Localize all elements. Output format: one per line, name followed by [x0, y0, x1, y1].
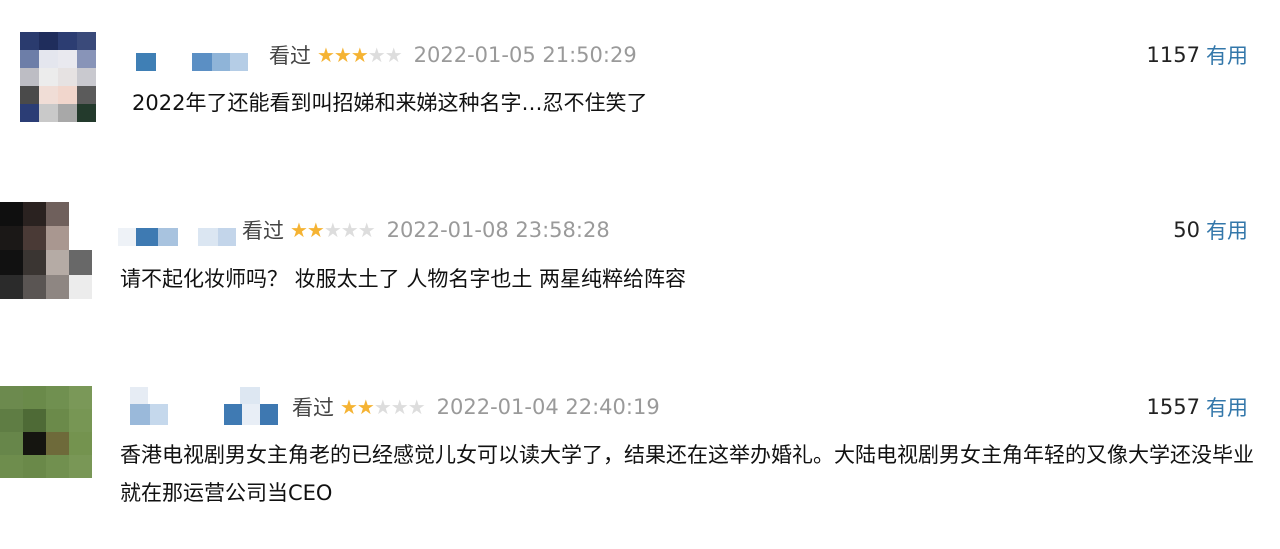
- avatar[interactable]: [0, 386, 92, 478]
- comment-text: 香港电视剧男女主角老的已经感觉儿女可以读大学了，结果还在这举办婚礼。大陆电视剧男…: [120, 443, 1254, 505]
- avatar[interactable]: [0, 202, 92, 299]
- watch-status: 看过: [269, 44, 311, 68]
- comment-time: 2022-01-04 22:40:19: [436, 395, 660, 419]
- star-empty-icon: ★★★: [373, 395, 426, 419]
- watch-status: 看过: [242, 219, 284, 243]
- vote-count: 50: [1173, 218, 1200, 242]
- comment-time: 2022-01-05 21:50:29: [413, 43, 637, 67]
- vote-area: 1557 有用: [1147, 392, 1248, 422]
- comment-header: 看过 ★★★★★ 2022-01-04 22:40:19 1557 有用: [120, 387, 1264, 427]
- comment-time: 2022-01-08 23:58:28: [386, 218, 610, 242]
- rating-stars: ★★★★★: [317, 43, 403, 67]
- useful-button[interactable]: 有用: [1206, 215, 1248, 245]
- username-pixelated[interactable]: [120, 387, 292, 427]
- rating-stars: ★★★★★: [290, 218, 376, 242]
- star-empty-icon: ★★: [367, 43, 403, 67]
- useful-button[interactable]: 有用: [1206, 40, 1248, 70]
- avatar[interactable]: [20, 32, 96, 122]
- comment-text: 2022年了还能看到叫招娣和来娣这种名字…忍不住笑了: [132, 91, 648, 115]
- comment-header: 看过 ★★★★★ 2022-01-08 23:58:28 50 有用: [118, 213, 1264, 247]
- username-pixelated[interactable]: [134, 40, 269, 71]
- rating-stars: ★★★★★: [340, 395, 426, 419]
- comment-header: 看过 ★★★★★ 2022-01-05 21:50:29 1157 有用: [134, 38, 1264, 72]
- star-empty-icon: ★★★: [323, 218, 376, 242]
- vote-area: 50 有用: [1173, 215, 1248, 245]
- watch-status: 看过: [292, 396, 334, 420]
- star-filled-icon: ★★★: [317, 43, 369, 67]
- star-filled-icon: ★★: [340, 395, 375, 419]
- vote-count: 1157: [1146, 43, 1200, 67]
- useful-button[interactable]: 有用: [1206, 392, 1248, 422]
- vote-count: 1557: [1146, 395, 1200, 419]
- comment-text: 请不起化妆师吗？ 妆服太土了 人物名字也土 两星纯粹给阵容: [120, 267, 687, 291]
- username-pixelated[interactable]: [118, 215, 242, 246]
- vote-area: 1157 有用: [1147, 40, 1248, 70]
- star-filled-icon: ★★: [290, 218, 325, 242]
